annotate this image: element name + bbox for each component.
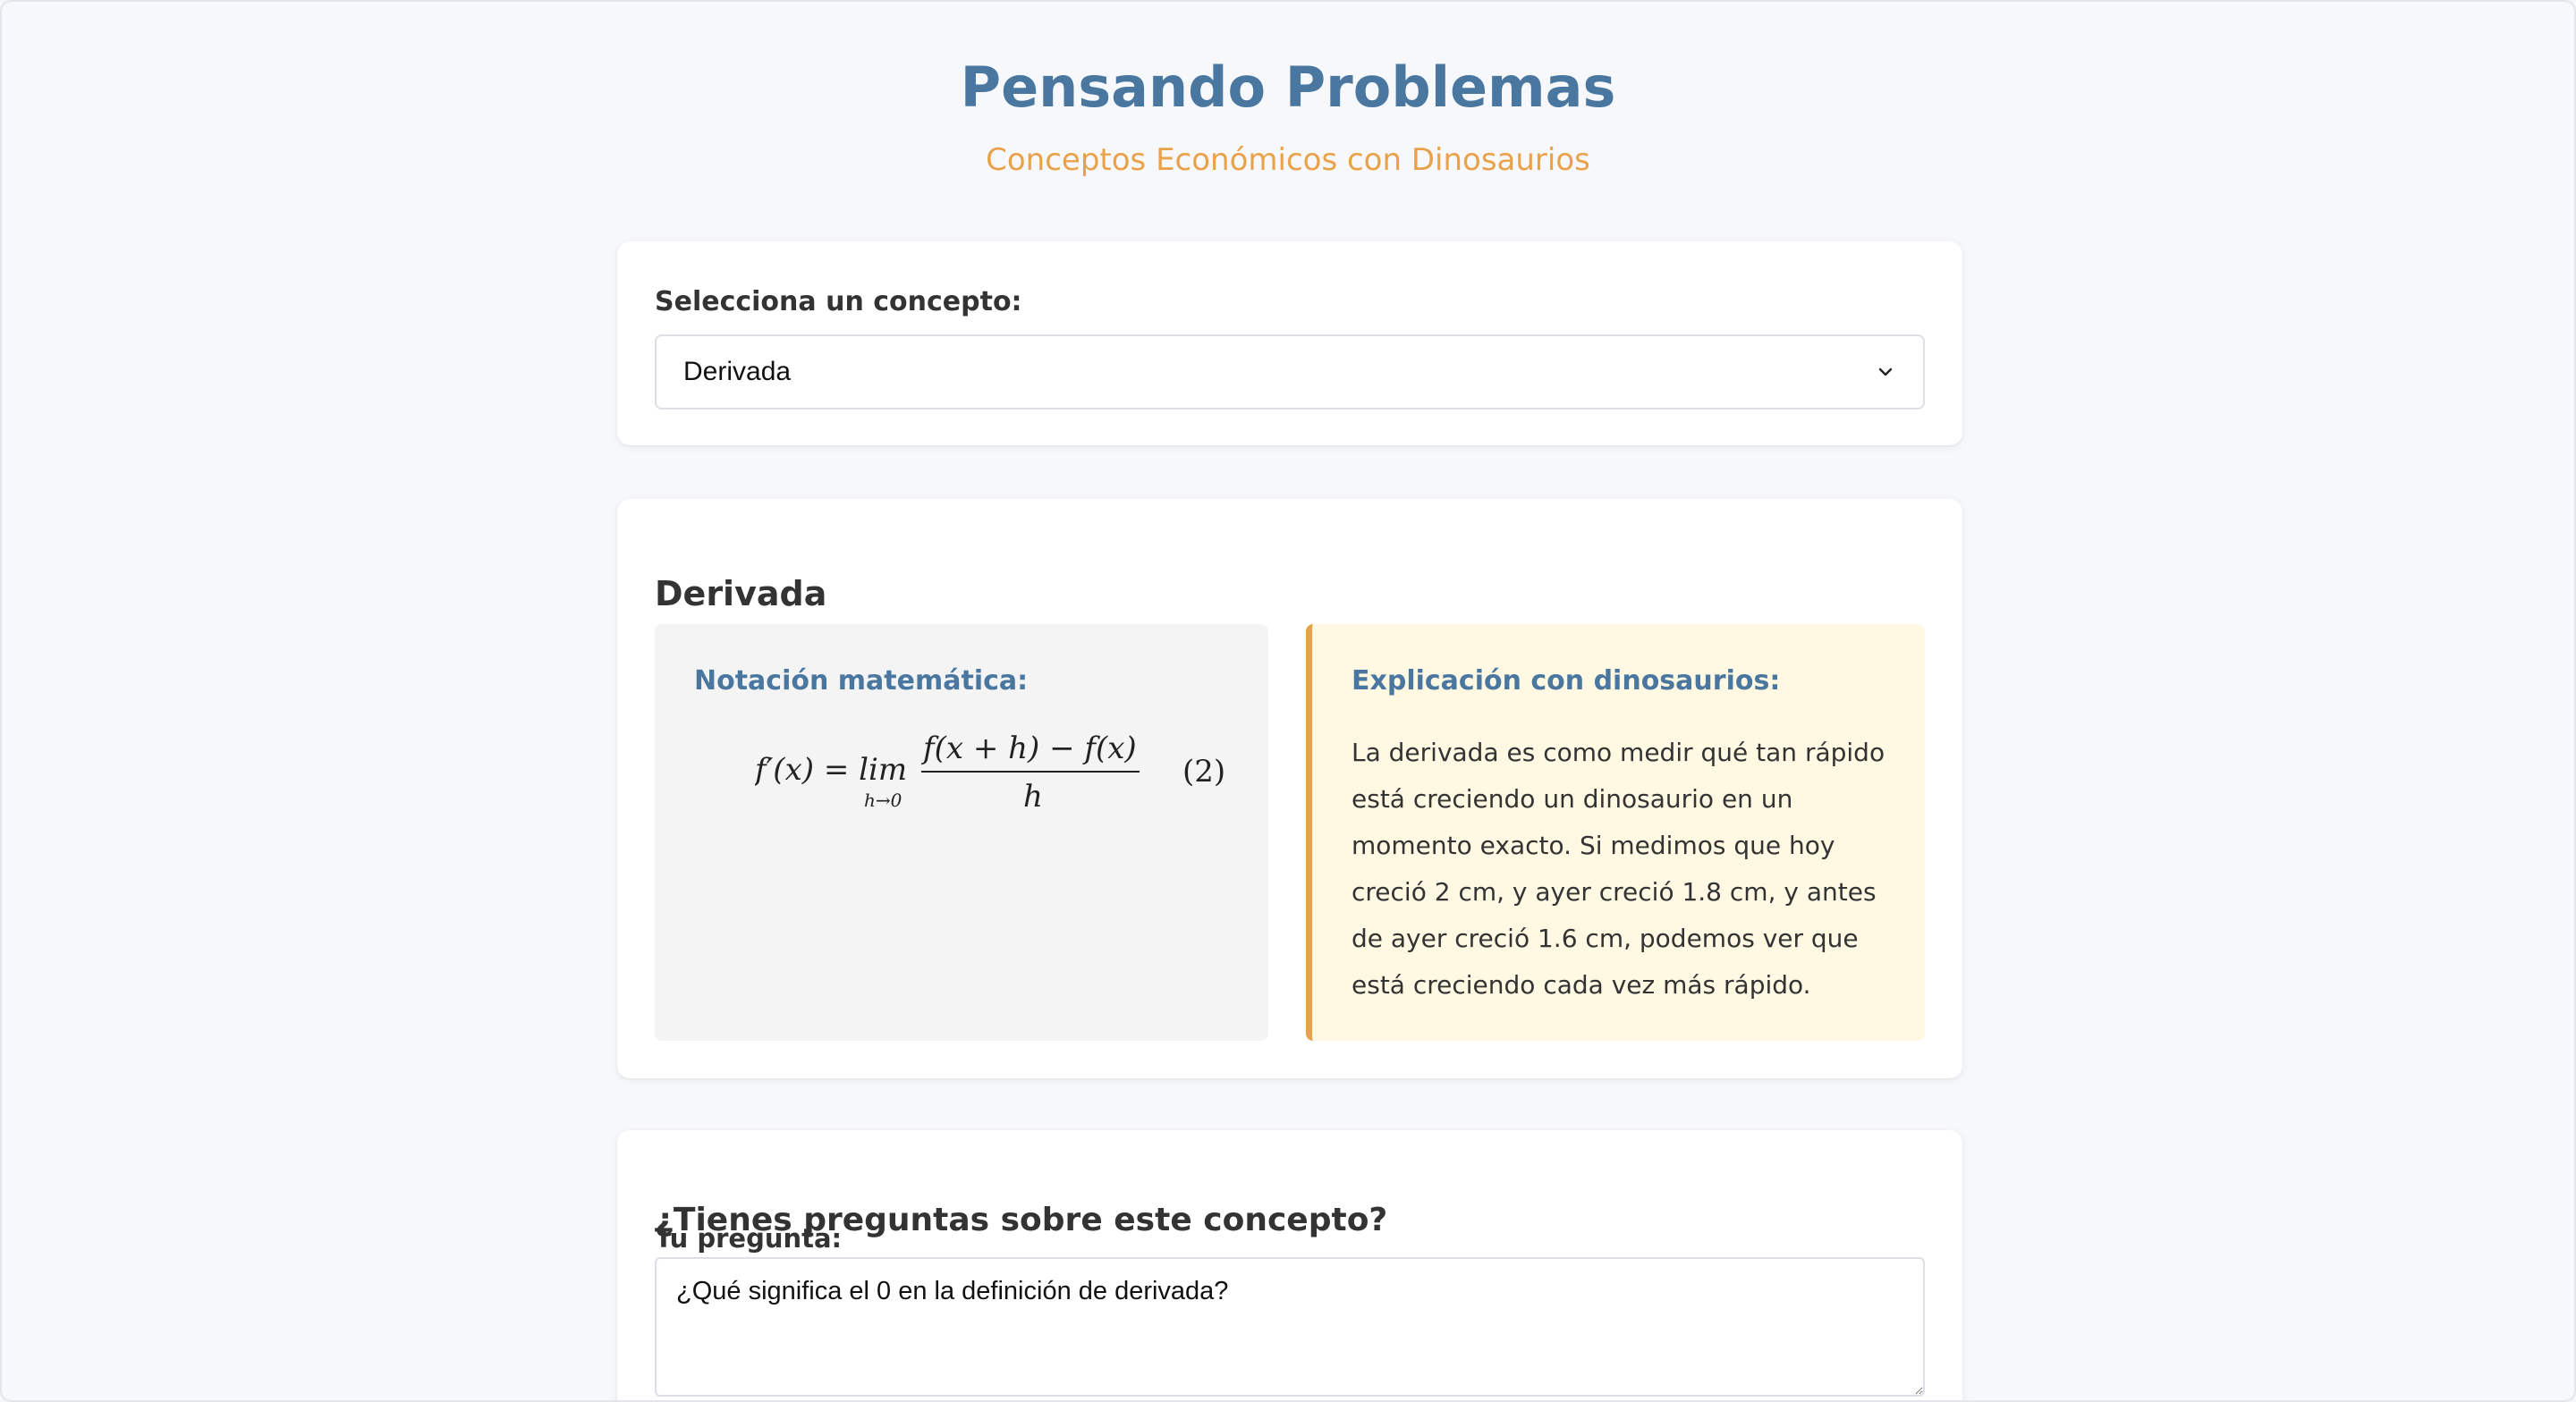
page-title: Pensando Problemas	[960, 55, 1616, 120]
chevron-down-icon	[1875, 361, 1896, 383]
concept-select[interactable]: Derivada	[655, 334, 1925, 410]
dinosaur-explanation-text: La derivada es como medir qué tan rápido…	[1352, 738, 1885, 1000]
concept-select-value: Derivada	[683, 357, 792, 386]
math-notation-panel: Notación matemática: f′(x) = lim h→0 f(x…	[655, 624, 1268, 1041]
formula-equation-number: (2)	[1182, 754, 1225, 790]
formula-lhs: f′(x) = lim	[755, 752, 907, 788]
formula-denominator: h	[1023, 779, 1043, 814]
dinosaur-explanation-heading: Explicación con dinosaurios:	[1352, 665, 1781, 697]
formula-numerator: f(x + h) − f(x)	[920, 731, 1137, 766]
question-label: Tu pregunta:	[655, 1223, 843, 1254]
page-subtitle: Conceptos Económicos con Dinosaurios	[986, 142, 1590, 178]
question-textarea[interactable]: ¿Qué significa el 0 en la definición de …	[655, 1257, 1925, 1397]
concept-select-label: Selecciona un concepto:	[655, 286, 1022, 317]
formula-limit-subscript: h→0	[864, 790, 902, 811]
derivative-formula: f′(x) = lim h→0 f(x + h) − f(x) h (2)	[752, 724, 1238, 815]
concept-title: Derivada	[655, 573, 827, 613]
concept-card: Derivada Notación matemática: f′(x) = li…	[617, 499, 1962, 1078]
question-card: ¿Tienes preguntas sobre este concepto? T…	[617, 1130, 1962, 1400]
page: Pensando Problemas Conceptos Económicos …	[0, 0, 2576, 1402]
page-header: Pensando Problemas Conceptos Económicos …	[2, 2, 2574, 179]
concept-selector-card: Selecciona un concepto: Derivada	[617, 241, 1962, 445]
math-notation-heading: Notación matemática:	[694, 665, 1029, 697]
dinosaur-explanation-panel: Explicación con dinosaurios: La derivada…	[1306, 624, 1925, 1041]
